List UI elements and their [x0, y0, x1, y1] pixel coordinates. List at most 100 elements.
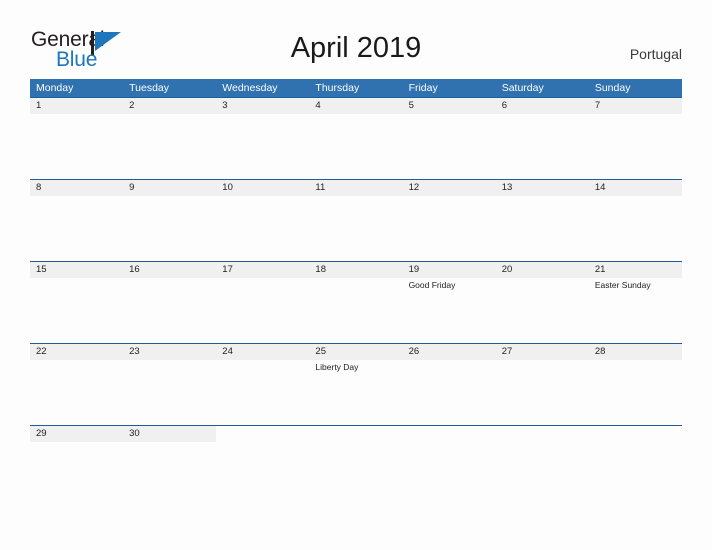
week-row: 29 30	[30, 425, 682, 507]
day-number: 23	[129, 346, 140, 357]
day-cell[interactable]: 29	[30, 426, 124, 507]
day-cell[interactable]: 11	[309, 180, 403, 261]
day-cell[interactable]: 20	[495, 262, 589, 343]
day-band	[402, 98, 496, 114]
country-label: Portugal	[629, 46, 682, 62]
day-number: 3	[222, 100, 228, 111]
day-band	[216, 426, 309, 442]
calendar-page: General Blue April 2019 Portugal Monday …	[0, 0, 712, 550]
day-number: 16	[129, 264, 140, 275]
day-number: 9	[129, 182, 135, 193]
day-cell[interactable]: 15	[30, 262, 124, 343]
day-number: 25	[315, 346, 326, 357]
day-number: 30	[129, 428, 140, 439]
day-number: 7	[594, 100, 601, 111]
day-cell[interactable]: 14	[588, 180, 682, 261]
page-title: April 2019	[290, 32, 422, 64]
day-number: 26	[408, 346, 420, 357]
day-cell-empty	[403, 426, 496, 507]
day-number: 29	[36, 428, 47, 439]
page-header: General Blue April 2019 Portugal	[0, 0, 712, 76]
day-band	[123, 180, 217, 196]
day-cell[interactable]: 12	[402, 180, 496, 261]
day-cell-empty	[589, 426, 682, 507]
day-event: Easter Sunday	[594, 280, 651, 290]
day-number: 2	[129, 100, 135, 111]
day-band	[589, 426, 682, 442]
weekday-header-tuesday: Tuesday	[129, 82, 170, 94]
day-band	[403, 426, 496, 442]
day-cell[interactable]: 6	[495, 98, 589, 179]
day-number: 4	[315, 100, 321, 111]
day-number: 19	[408, 264, 420, 275]
week-row: 15 16 17 18 19 Good Friday 20 21 Easter …	[30, 261, 682, 343]
day-cell[interactable]: 22	[30, 344, 124, 425]
day-cell-empty	[496, 426, 589, 507]
calendar-grid: Monday Tuesday Wednesday Thursday Friday…	[30, 79, 682, 507]
day-number: 6	[501, 100, 507, 111]
day-cell[interactable]: 18	[309, 262, 403, 343]
day-band	[496, 426, 589, 442]
day-number: 8	[36, 182, 42, 193]
day-cell[interactable]: 24	[216, 344, 310, 425]
day-band	[216, 98, 310, 114]
week-row: 22 23 24 25 Liberty Day 26 27 28	[30, 343, 682, 425]
day-cell[interactable]: 17	[216, 262, 310, 343]
day-number: 21	[594, 264, 606, 275]
day-cell[interactable]: 4	[309, 98, 403, 179]
day-event: Liberty Day	[315, 362, 359, 372]
week-row: 8 9 10 11 12 13 14	[30, 179, 682, 261]
day-band	[495, 98, 589, 114]
day-number: 17	[222, 264, 233, 275]
weekday-header-sunday: Sunday	[594, 82, 631, 94]
day-number: 12	[408, 182, 420, 193]
day-band	[30, 98, 124, 114]
weekday-header-saturday: Saturday	[501, 82, 544, 94]
weekday-header-thursday: Thursday	[315, 82, 360, 94]
day-cell[interactable]: 25 Liberty Day	[309, 344, 403, 425]
day-cell[interactable]: 13	[495, 180, 589, 261]
day-cell[interactable]: 3	[216, 98, 310, 179]
day-number: 5	[408, 100, 414, 111]
day-cell[interactable]: 30	[123, 426, 217, 507]
day-number: 11	[315, 182, 326, 193]
day-cell[interactable]: 26	[402, 344, 496, 425]
day-band	[123, 98, 217, 114]
day-cell[interactable]: 10	[216, 180, 310, 261]
day-cell[interactable]: 2	[123, 98, 217, 179]
day-number: 13	[501, 182, 513, 193]
day-cell[interactable]: 21 Easter Sunday	[588, 262, 682, 343]
day-cell[interactable]: 16	[123, 262, 217, 343]
day-number: 24	[222, 346, 233, 357]
day-cell[interactable]: 19 Good Friday	[402, 262, 496, 343]
weekday-header-wednesday: Wednesday	[222, 82, 278, 94]
week-row: 1 2 3 4 5 6 7	[30, 97, 682, 179]
day-band	[30, 180, 124, 196]
day-band	[309, 426, 402, 442]
day-cell[interactable]: 23	[123, 344, 217, 425]
day-cell[interactable]: 8	[30, 180, 124, 261]
day-cell-empty	[309, 426, 402, 507]
day-number: 27	[501, 346, 513, 357]
day-number: 28	[594, 346, 606, 357]
day-event: Good Friday	[408, 280, 456, 290]
day-number: 18	[315, 264, 326, 275]
day-cell[interactable]: 9	[123, 180, 217, 261]
day-number: 20	[501, 264, 513, 275]
day-band	[588, 98, 682, 114]
day-cell[interactable]: 7	[588, 98, 682, 179]
day-cell[interactable]: 1	[30, 98, 124, 179]
day-cell[interactable]: 27	[495, 344, 589, 425]
day-number: 1	[36, 100, 42, 111]
day-cell[interactable]: 5	[402, 98, 496, 179]
day-number: 10	[222, 182, 233, 193]
day-number: 15	[36, 264, 47, 275]
weekday-header-friday: Friday	[408, 82, 438, 94]
day-number: 22	[36, 346, 47, 357]
weekday-header-row: Monday Tuesday Wednesday Thursday Friday…	[30, 79, 682, 97]
day-band	[309, 98, 403, 114]
day-cell[interactable]: 28	[588, 344, 682, 425]
day-number: 14	[594, 182, 606, 193]
weekday-header-monday: Monday	[36, 82, 74, 94]
day-cell-empty	[216, 426, 309, 507]
